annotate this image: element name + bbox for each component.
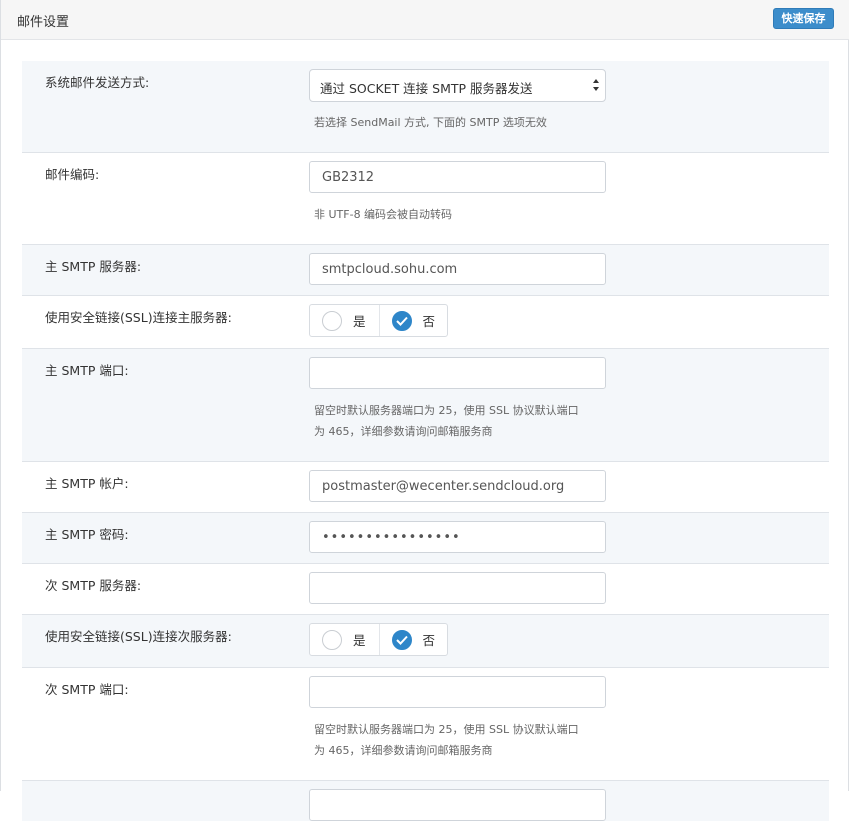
encoding-input[interactable]: [309, 161, 606, 193]
primary-port-hint-line2: 为 465，详细参数请询问邮箱服务商: [314, 425, 493, 438]
secondary-ssl-no-option[interactable]: 否: [380, 624, 448, 655]
secondary-ssl-no-label: 否: [422, 633, 436, 648]
primary-ssl-yes-label: 是: [353, 314, 366, 329]
checkmark-icon: [395, 316, 408, 326]
primary-ssl-no-label: 否: [422, 314, 436, 329]
primary-ssl-no-option[interactable]: 否: [380, 305, 448, 336]
row-primary-account: 主 SMTP 帐户:: [22, 462, 829, 513]
row-next-partial: [22, 781, 829, 821]
panel-title: 邮件设置: [17, 15, 70, 30]
secondary-port-input[interactable]: [309, 676, 606, 708]
secondary-port-label: 次 SMTP 端口:: [45, 682, 129, 697]
secondary-ssl-radio-group: 是 否: [309, 623, 448, 656]
radio-checked-icon: [391, 310, 412, 331]
primary-ssl-yes-option[interactable]: 是: [310, 305, 380, 336]
send-method-label: 系统邮件发送方式:: [45, 75, 150, 90]
secondary-port-hint-line1: 留空时默认服务器端口为 25，使用 SSL 协议默认端口: [314, 723, 579, 736]
radio-unchecked-icon: [322, 310, 342, 331]
primary-account-input[interactable]: [309, 470, 606, 502]
row-primary-port: 主 SMTP 端口: 留空时默认服务器端口为 25，使用 SSL 协议默认端口 …: [22, 349, 829, 462]
select-arrows-icon: [593, 79, 599, 91]
panel-header: 邮件设置 快速保存: [1, 0, 849, 40]
secondary-port-hint-line2: 为 465，详细参数请询问邮箱服务商: [314, 744, 493, 757]
row-secondary-ssl: 使用安全链接(SSL)连接次服务器: 是 否: [22, 615, 829, 668]
secondary-server-label: 次 SMTP 服务器:: [45, 578, 142, 593]
settings-form: 系统邮件发送方式: 通过 SOCKET 连接 SMTP 服务器发送 若选择 Se…: [22, 61, 829, 821]
mail-settings-panel: 邮件设置 快速保存 系统邮件发送方式: 通过 SOCKET 连接 SMTP 服务…: [0, 0, 849, 821]
checkmark-icon: [395, 635, 408, 645]
send-method-select[interactable]: 通过 SOCKET 连接 SMTP 服务器发送: [309, 69, 606, 102]
primary-server-label: 主 SMTP 服务器:: [45, 259, 142, 274]
primary-ssl-label: 使用安全链接(SSL)连接主服务器:: [45, 310, 232, 325]
row-primary-ssl: 使用安全链接(SSL)连接主服务器: 是 否: [22, 296, 829, 349]
next-row-input[interactable]: [309, 789, 606, 821]
encoding-label: 邮件编码:: [45, 167, 100, 182]
row-primary-server: 主 SMTP 服务器:: [22, 245, 829, 296]
radio-unchecked-icon: [322, 629, 342, 650]
secondary-ssl-yes-option[interactable]: 是: [310, 624, 380, 655]
radio-checked-icon: [391, 629, 412, 650]
primary-account-label: 主 SMTP 帐户:: [45, 476, 129, 491]
send-method-hint: 若选择 SendMail 方式, 下面的 SMTP 选项无效: [314, 116, 547, 129]
quick-save-button[interactable]: 快速保存: [773, 8, 834, 29]
primary-server-input[interactable]: [309, 253, 606, 285]
primary-password-input[interactable]: [309, 521, 606, 553]
secondary-ssl-label: 使用安全链接(SSL)连接次服务器:: [45, 629, 232, 644]
row-encoding: 邮件编码: 非 UTF-8 编码会被自动转码: [22, 153, 829, 245]
send-method-selected: 通过 SOCKET 连接 SMTP 服务器发送: [320, 81, 533, 96]
primary-port-hint-line1: 留空时默认服务器端口为 25，使用 SSL 协议默认端口: [314, 404, 579, 417]
secondary-ssl-yes-label: 是: [353, 633, 366, 648]
primary-port-label: 主 SMTP 端口:: [45, 363, 129, 378]
encoding-hint: 非 UTF-8 编码会被自动转码: [314, 208, 453, 221]
primary-ssl-radio-group: 是 否: [309, 304, 448, 337]
row-secondary-port: 次 SMTP 端口: 留空时默认服务器端口为 25，使用 SSL 协议默认端口 …: [22, 668, 829, 781]
primary-password-label: 主 SMTP 密码:: [45, 527, 129, 542]
secondary-server-input[interactable]: [309, 572, 606, 604]
row-secondary-server: 次 SMTP 服务器:: [22, 564, 829, 615]
primary-port-input[interactable]: [309, 357, 606, 389]
row-primary-password: 主 SMTP 密码:: [22, 513, 829, 564]
row-send-method: 系统邮件发送方式: 通过 SOCKET 连接 SMTP 服务器发送 若选择 Se…: [22, 61, 829, 153]
